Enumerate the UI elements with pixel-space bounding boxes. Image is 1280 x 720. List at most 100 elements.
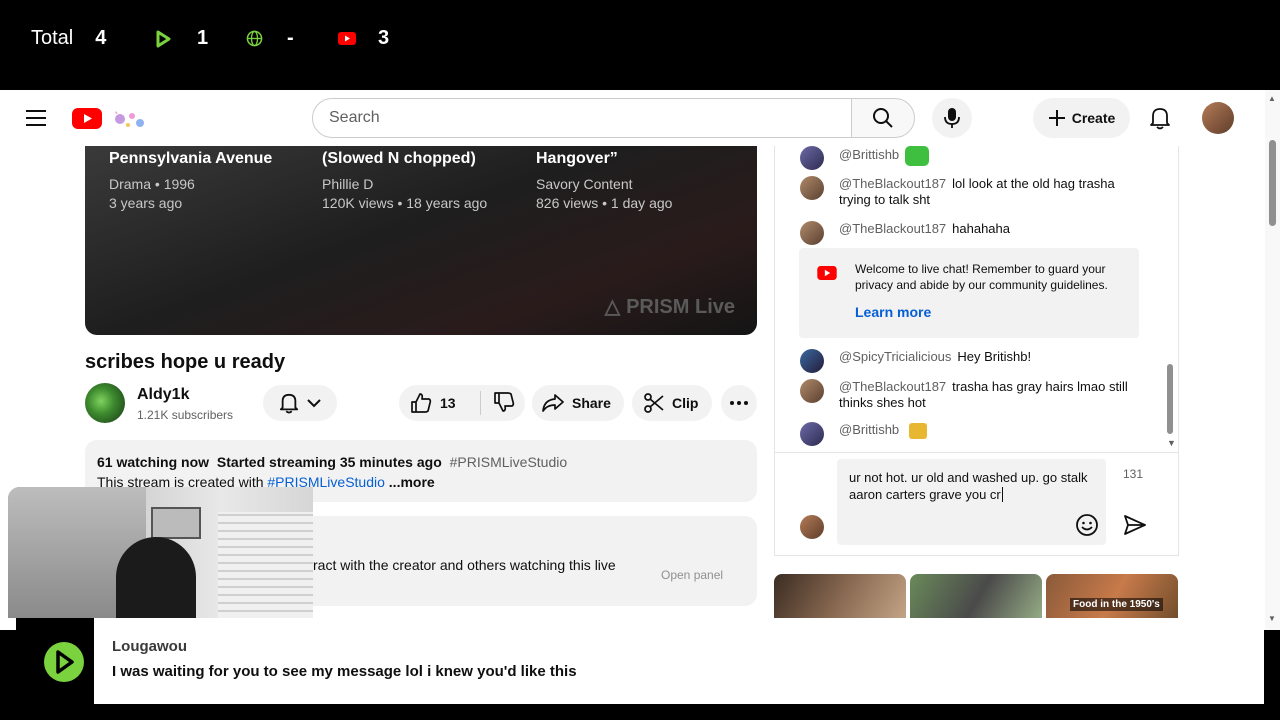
chat-author[interactable]: @Brittishb <box>839 422 899 437</box>
like-count: 13 <box>440 395 456 411</box>
open-panel-button[interactable]: Open panel <box>661 568 723 582</box>
search-icon <box>873 108 893 128</box>
like-button[interactable]: 13 <box>399 391 481 415</box>
total-label: Total <box>31 27 74 49</box>
hashtag-link[interactable]: #PRISMLiveStudio <box>450 454 568 470</box>
chat-avatar <box>800 146 824 170</box>
create-button[interactable]: Create <box>1033 98 1130 138</box>
endcard-3[interactable]: Hangover” Savory Content 826 views • 1 d… <box>536 146 736 213</box>
prism-chat-notification <box>16 618 1264 704</box>
chat-avatar <box>800 379 824 403</box>
endcard-meta: Drama • 1996 <box>109 176 195 192</box>
microphone-icon <box>944 108 960 128</box>
menu-icon[interactable] <box>26 110 46 131</box>
thumbs-down-icon <box>494 391 515 412</box>
chat-author[interactable]: @SpicyTricialicious <box>839 349 951 364</box>
channel-name[interactable]: Aldy1k <box>137 386 189 404</box>
chat-message: @Brittishb <box>800 422 1140 446</box>
send-button[interactable] <box>1123 513 1147 542</box>
page-scrollbar[interactable]: ▲ ▼ <box>1265 90 1280 630</box>
scissors-icon <box>644 393 664 413</box>
total-value: 4 <box>95 27 107 49</box>
learn-more-link[interactable]: Learn more <box>855 304 931 320</box>
account-avatar[interactable] <box>1202 102 1234 134</box>
beer-emoji-icon <box>909 422 928 439</box>
chat-avatar <box>800 176 824 200</box>
endcard-title: Pennsylvania Avenue <box>109 150 273 167</box>
send-icon <box>1124 515 1146 535</box>
endcard-meta: Savory Content <box>536 176 633 192</box>
endcard-age: 826 views • 1 day ago <box>536 195 673 211</box>
endcard-1[interactable]: Pennsylvania Avenue Drama • 1996 3 years… <box>109 146 309 213</box>
chat-avatar <box>800 221 824 245</box>
chat-avatar <box>800 422 824 446</box>
voice-search-button[interactable] <box>932 98 972 138</box>
bell-icon[interactable] <box>1149 106 1171 135</box>
clip-button[interactable]: Clip <box>632 385 712 421</box>
endcard-2[interactable]: (Slowed N chopped) Phillie D 120K views … <box>322 146 522 213</box>
youtube-icon <box>338 32 356 45</box>
clip-label: Clip <box>672 395 699 411</box>
scroll-down-icon[interactable]: ▼ <box>1268 614 1276 623</box>
chat-text: Hey Britishb! <box>957 349 1032 364</box>
youtube-logo[interactable] <box>72 107 162 136</box>
prism-play-icon <box>38 640 90 684</box>
play-stat: 1 <box>155 27 208 50</box>
emoji-button[interactable] <box>1075 513 1099 542</box>
total-stat: Total 4 <box>31 27 106 50</box>
chat-message: @TheBlackout187 trasha has gray hairs lma… <box>800 379 1140 411</box>
page-scrollbar-thumb[interactable] <box>1269 140 1276 226</box>
chat-text: hahahaha <box>952 221 1010 236</box>
prism-watermark: △ PRISM Live <box>605 294 735 319</box>
chat-author[interactable]: @TheBlackout187 <box>839 176 946 191</box>
share-button[interactable]: Share <box>532 385 624 421</box>
bell-icon <box>279 393 299 414</box>
share-label: Share <box>572 395 611 411</box>
cam-person <box>116 537 196 618</box>
subscriber-count: 1.21K subscribers <box>137 408 234 422</box>
plus-icon <box>1048 110 1065 126</box>
panel-text: ract with the creator and others watchin… <box>313 557 616 573</box>
like-dislike-group: 13 <box>399 385 525 421</box>
chevron-down-icon <box>307 399 321 408</box>
video-player[interactable]: Pennsylvania Avenue Drama • 1996 3 years… <box>85 146 757 335</box>
live-chat: @Brittishb @TheBlackout187 lol look at th… <box>774 146 1179 556</box>
chat-scrollbar-thumb[interactable] <box>1167 364 1173 434</box>
scroll-down-icon[interactable]: ▼ <box>1167 438 1176 448</box>
notification-bell-button[interactable] <box>263 385 337 421</box>
globe-stat: - <box>246 27 294 50</box>
masthead: Search Create <box>0 90 1265 146</box>
cam-blinds <box>218 512 313 618</box>
endcard-title: Hangover” <box>536 150 618 167</box>
create-label: Create <box>1071 110 1116 126</box>
notification-message: I was waiting for you to see my message … <box>112 663 577 680</box>
more-horizontal-icon <box>730 401 748 405</box>
chat-author[interactable]: @TheBlackout187 <box>839 221 946 236</box>
watching-count: 61 watching now <box>97 454 210 470</box>
dislike-button[interactable] <box>481 391 515 416</box>
search-button[interactable] <box>851 98 915 138</box>
channel-avatar[interactable] <box>85 383 125 423</box>
smiley-icon <box>1076 514 1098 536</box>
more-actions-button[interactable] <box>721 385 757 421</box>
thumbs-up-icon <box>411 393 432 413</box>
chat-message: @Brittishb <box>800 146 1140 170</box>
search-input[interactable]: Search <box>312 98 852 138</box>
share-icon <box>542 394 564 412</box>
chat-author[interactable]: @TheBlackout187 <box>839 379 946 394</box>
more-link[interactable]: ...more <box>389 474 435 490</box>
chat-message-input[interactable]: ur not hot. ur old and washed up. go sta… <box>837 459 1106 545</box>
globe-value: - <box>287 27 294 49</box>
text-cursor <box>1001 487 1003 502</box>
prism-play-icon <box>156 30 171 47</box>
video-title: scribes hope u ready <box>85 351 286 373</box>
search-placeholder: Search <box>329 109 380 126</box>
chat-message: @TheBlackout187 lol look at the old hag t… <box>800 176 1140 208</box>
cam-picture-frame <box>151 507 201 539</box>
scroll-up-icon[interactable]: ▲ <box>1268 94 1276 103</box>
chat-message: @SpicyTricialicious Hey Britishb! <box>800 349 1140 373</box>
character-counter: 131 <box>1123 467 1144 481</box>
endcard-meta: Phillie D <box>322 176 374 192</box>
chat-author[interactable]: @Brittishb <box>839 147 899 162</box>
chat-avatar <box>800 349 824 373</box>
